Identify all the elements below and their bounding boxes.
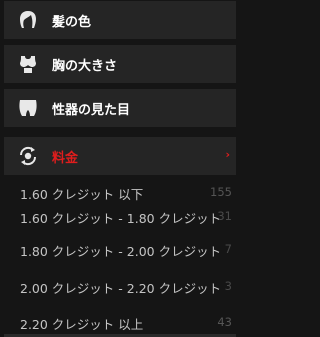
torso-icon [16, 52, 40, 76]
hips-icon [16, 96, 40, 120]
price-option[interactable]: 7 1.80 クレジット - 2.00 クレジット [20, 238, 232, 260]
filter-category-breast-size[interactable]: 胸の大きさ [4, 45, 236, 83]
price-option-label: 2.00 クレジット - 2.20 クレジット [20, 281, 222, 296]
price-option-label: 1.80 クレジット - 2.00 クレジット [20, 244, 222, 259]
filter-category-genital-appearance[interactable]: 性器の見た目 [4, 89, 236, 127]
price-option-label: 2.20 クレジット 以上 [20, 317, 144, 332]
filter-category-price[interactable]: 料金 › [4, 137, 236, 175]
hair-icon [16, 8, 40, 32]
price-option[interactable]: 2.20 クレジット 以上 43 [20, 311, 232, 333]
price-option[interactable]: 1.60 クレジット 以下 155 [20, 181, 232, 203]
filter-category-hair-color[interactable]: 髪の色 [4, 1, 236, 39]
money-exchange-icon [16, 144, 40, 168]
filter-panel: 髪の色 胸の大きさ 性器の見た目 料金 › 1.60 クレジット 以下 155 … [0, 0, 240, 337]
price-option-count: 7 [224, 242, 232, 256]
price-option-count: 3 [224, 279, 232, 293]
price-option-count: 155 [210, 185, 232, 199]
category-label: 性器の見た目 [52, 102, 131, 118]
category-label: 胸の大きさ [52, 58, 118, 74]
chevron-right-icon: › [225, 148, 230, 161]
price-option-count: 43 [217, 315, 232, 329]
price-option-label: 1.60 クレジット - 1.80 クレジット [20, 211, 222, 226]
price-option[interactable]: 31 1.60 クレジット - 1.80 クレジット [20, 205, 232, 227]
price-option-label: 1.60 クレジット 以下 [20, 187, 144, 202]
category-label: 髪の色 [52, 14, 92, 30]
price-option[interactable]: 3 2.00 クレジット - 2.20 クレジット [20, 275, 232, 297]
category-label: 料金 [52, 150, 79, 166]
